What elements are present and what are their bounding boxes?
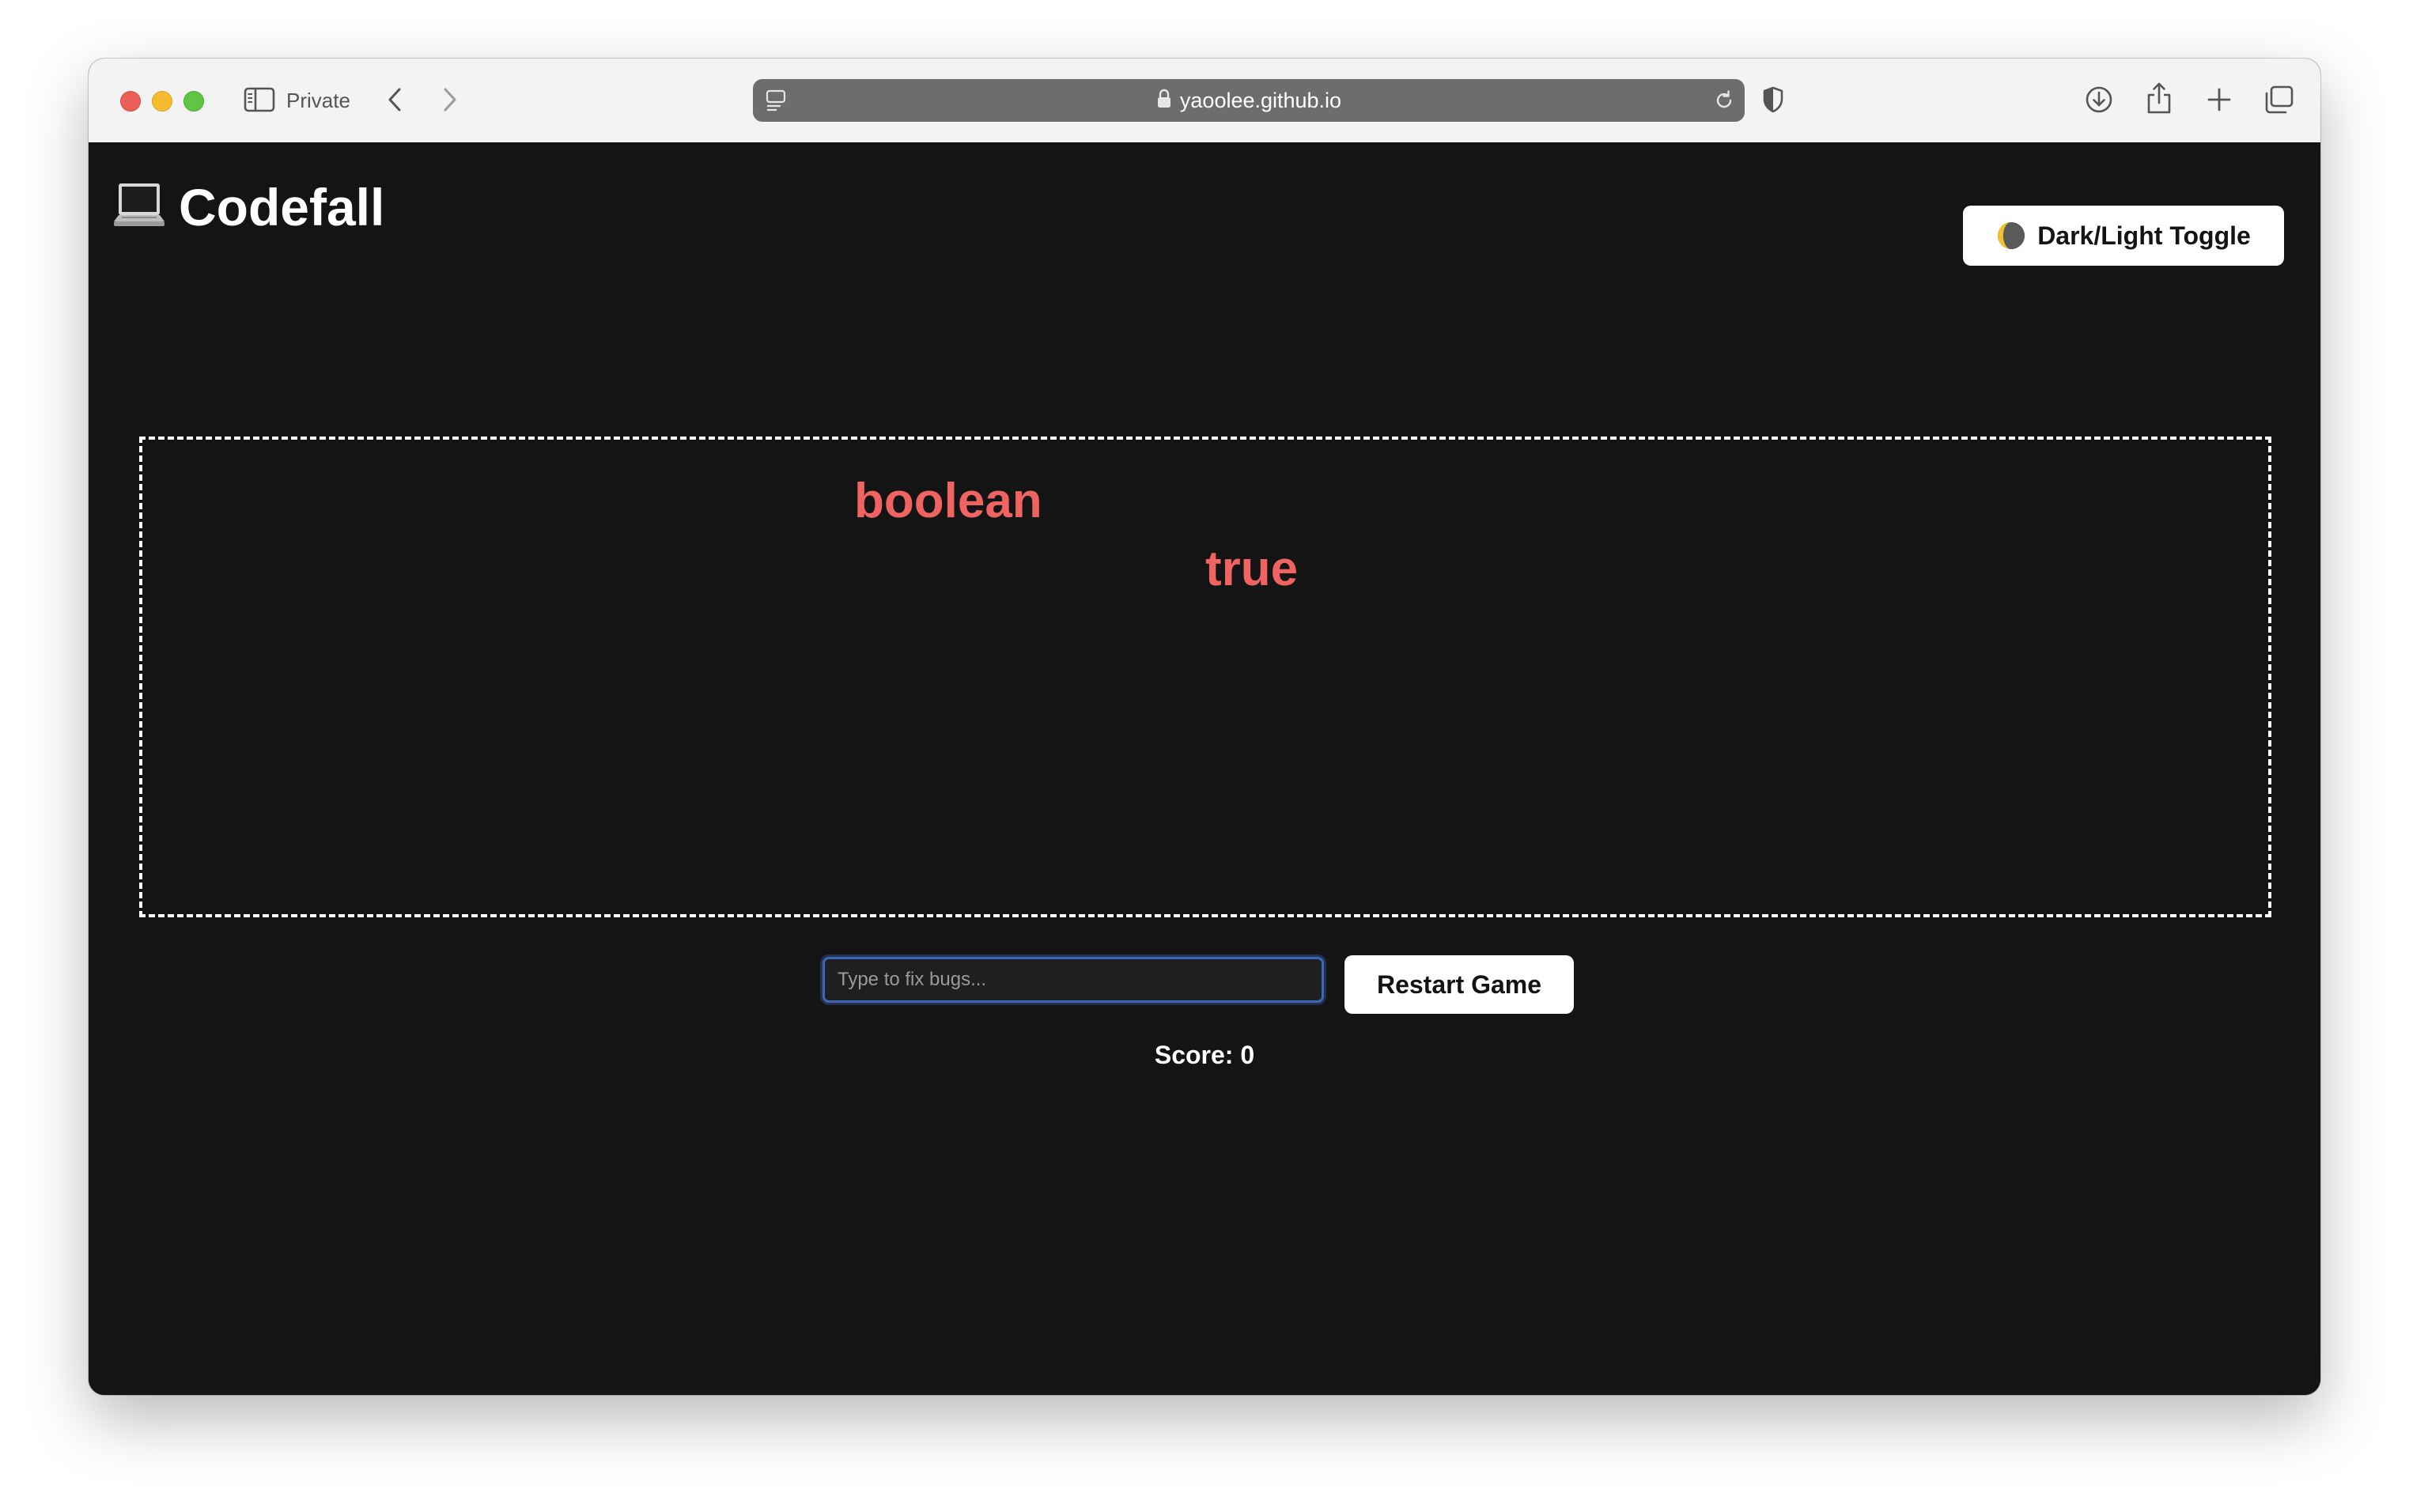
page-title: Codefall xyxy=(179,178,385,236)
half-moon-icon xyxy=(1996,221,2026,251)
share-icon[interactable] xyxy=(2143,81,2175,115)
site-header: Codefall xyxy=(114,176,384,239)
restart-game-button[interactable]: Restart Game xyxy=(1344,955,1574,1014)
forward-chevron-icon[interactable] xyxy=(437,85,463,114)
toggle-label: Dark/Light Toggle xyxy=(2037,221,2251,250)
close-window-button[interactable] xyxy=(120,91,141,112)
dark-light-toggle-button[interactable]: Dark/Light Toggle xyxy=(1963,206,2284,266)
lock-icon xyxy=(1156,89,1172,113)
laptop-icon xyxy=(114,180,165,234)
new-tab-plus-icon[interactable] xyxy=(2203,84,2235,115)
score-display: Score: 0 xyxy=(1154,1041,1255,1069)
falling-word: boolean xyxy=(854,474,1042,528)
download-icon[interactable] xyxy=(2083,84,2115,115)
address-bar-center: yaoolee.github.io xyxy=(753,79,1745,122)
reload-icon[interactable] xyxy=(1713,89,1735,112)
browser-window: Private yaoolee.github.io Codefall Dark/… xyxy=(89,59,2320,1395)
back-chevron-icon[interactable] xyxy=(381,85,408,114)
shield-icon[interactable] xyxy=(1760,84,1786,115)
browser-toolbar: Private yaoolee.github.io xyxy=(89,59,2320,143)
tab-overview-icon[interactable] xyxy=(2262,84,2295,115)
url-text: yaoolee.github.io xyxy=(1179,89,1342,112)
minimize-window-button[interactable] xyxy=(152,91,172,112)
page-content: Codefall Dark/Light Toggle boolean true … xyxy=(89,142,2320,1395)
bug-fix-input[interactable] xyxy=(823,957,1324,1003)
private-label: Private xyxy=(286,89,350,112)
game-area: boolean true xyxy=(139,437,2271,917)
address-bar[interactable]: yaoolee.github.io xyxy=(753,79,1745,122)
zoom-window-button[interactable] xyxy=(183,91,204,112)
falling-word: true xyxy=(1205,542,1299,596)
sidebar-toggle-icon[interactable] xyxy=(244,85,275,114)
